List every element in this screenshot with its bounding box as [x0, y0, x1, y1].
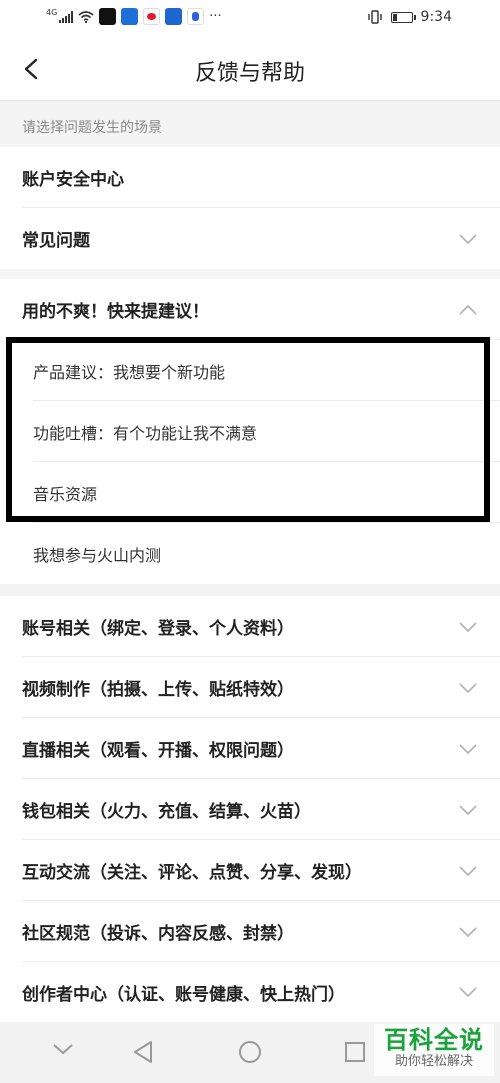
section-hint: 请选择问题发生的场景 — [22, 120, 162, 136]
status-left: 4G ··· — [46, 8, 222, 25]
row-label: 钱包相关（火力、充值、结算、火苗） — [22, 802, 311, 822]
row-label: 账号相关（绑定、登录、个人资料） — [22, 619, 294, 639]
faq-row[interactable]: 常见问题 — [0, 208, 500, 269]
chevron-down-icon — [459, 865, 477, 876]
chevron-up-icon — [459, 304, 477, 315]
battery-icon — [390, 11, 416, 23]
more-notifications-icon: ··· — [209, 9, 222, 24]
chevron-down-icon — [459, 987, 477, 998]
status-bar: 4G ··· 9:34 — [0, 0, 500, 38]
beta-test-row[interactable]: 我想参与火山内测 — [0, 523, 500, 584]
shield-app-icon — [165, 8, 183, 25]
tiktok-app-icon — [99, 8, 117, 25]
creator-center-row[interactable]: 创作者中心（认证、账号健康、快上热门） — [0, 962, 500, 1022]
highlight-box — [6, 337, 490, 522]
status-right: 9:34 — [367, 9, 452, 25]
watermark-subtitle: 助你轻松解决 — [394, 1054, 473, 1069]
nav-recents-icon[interactable] — [344, 1041, 366, 1063]
header: 反馈与帮助 — [0, 38, 500, 101]
chevron-down-icon — [459, 682, 477, 693]
nav-home-icon[interactable] — [238, 1040, 262, 1064]
signal-icon — [59, 10, 74, 23]
clock: 9:34 — [420, 9, 452, 25]
suggestion-section-row[interactable]: 用的不爽！快来提建议！ — [0, 279, 500, 340]
live-stream-row[interactable]: 直播相关（观看、开播、权限问题） — [0, 718, 500, 779]
nav-back-icon[interactable] — [132, 1040, 154, 1064]
row-label: 我想参与火山内测 — [33, 545, 162, 565]
row-label: 互动交流（关注、评论、点赞、分享、发现） — [22, 863, 362, 883]
row-label: 创作者中心（认证、账号健康、快上热门） — [22, 984, 345, 1005]
chevron-down-icon — [459, 804, 477, 815]
watermark-title: 百科全说 — [384, 1026, 484, 1054]
chevron-down-icon — [459, 743, 477, 754]
row-label: 常见问题 — [22, 231, 90, 251]
row-label: 用的不爽！快来提建议！ — [22, 302, 209, 322]
page-title: 反馈与帮助 — [194, 61, 305, 86]
row-label: 账户安全中心 — [22, 170, 124, 190]
watermark-logo: 百科全说 助你轻松解决 — [374, 1024, 494, 1076]
video-production-row[interactable]: 视频制作（拍摄、上传、贴纸特效） — [0, 657, 500, 718]
account-related-row[interactable]: 账号相关（绑定、登录、个人资料） — [0, 596, 500, 657]
community-rules-row[interactable]: 社区规范（投诉、内容反感、封禁） — [0, 901, 500, 962]
row-label: 视频制作（拍摄、上传、贴纸特效） — [22, 680, 294, 700]
weibo-app-icon — [143, 8, 161, 25]
interaction-row[interactable]: 互动交流（关注、评论、点赞、分享、发现） — [0, 840, 500, 901]
baidu-app-icon — [187, 8, 205, 25]
vibrate-icon — [367, 10, 382, 24]
chevron-down-icon — [459, 926, 477, 937]
news-app-icon — [121, 8, 139, 25]
wallet-row[interactable]: 钱包相关（火力、充值、结算、火苗） — [0, 779, 500, 840]
chevron-down-icon — [459, 233, 477, 244]
network-type: 4G — [46, 7, 58, 17]
account-security-center-row[interactable]: 账户安全中心 — [0, 147, 500, 208]
row-label: 社区规范（投诉、内容反感、封禁） — [22, 924, 294, 944]
nav-hide-icon[interactable] — [52, 1042, 74, 1056]
chevron-down-icon — [459, 621, 477, 632]
wifi-icon — [78, 10, 94, 23]
row-label: 直播相关（观看、开播、权限问题） — [22, 741, 294, 761]
